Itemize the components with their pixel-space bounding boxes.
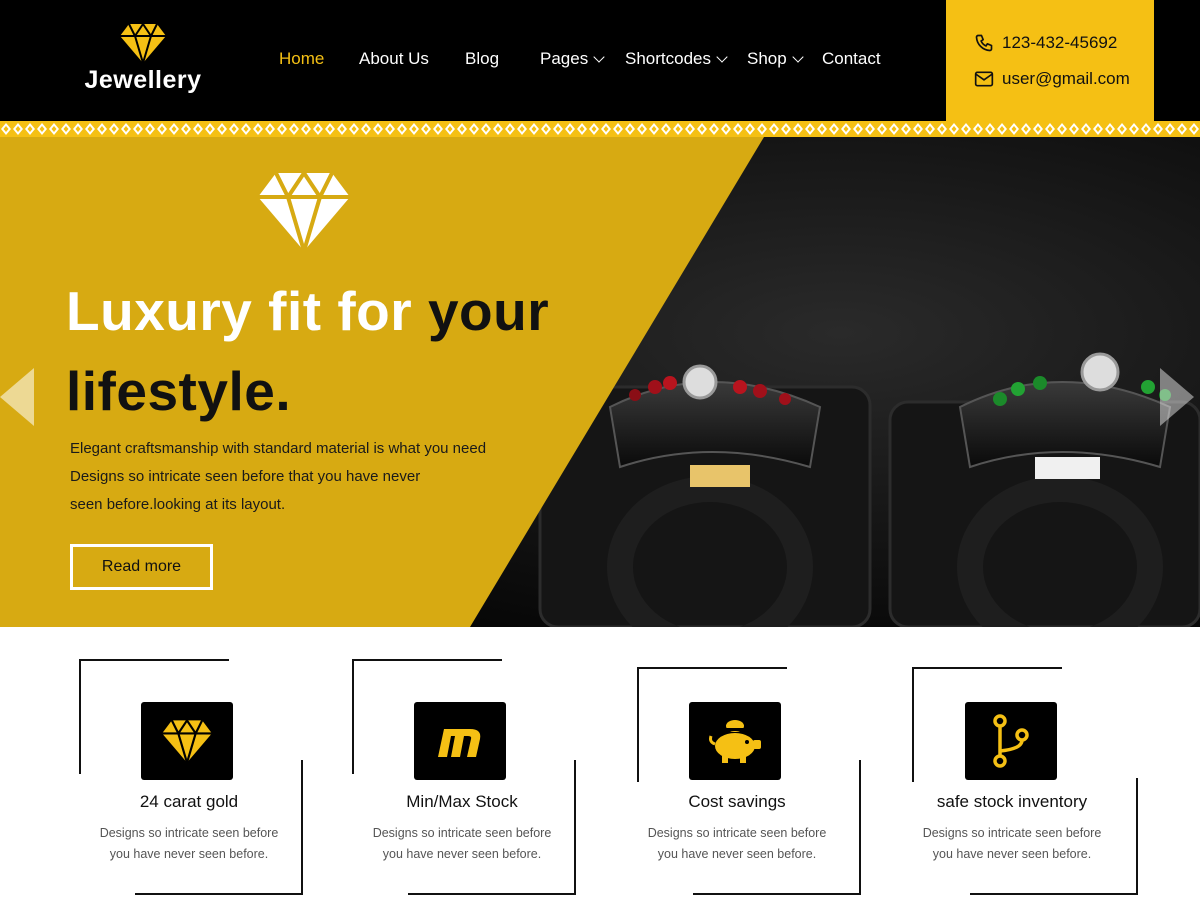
feature-icon-box (965, 702, 1057, 780)
feature-desc-line: you have never seen before. (932, 847, 1092, 861)
feature-card: Cost savings Designs so intricate seen b… (637, 627, 867, 900)
slider-next-arrow[interactable] (1160, 368, 1194, 426)
nav-about-us[interactable]: About Us (359, 49, 429, 69)
feature-description: Designs so intricate seen before you hav… (637, 823, 837, 865)
feature-icon-box (141, 702, 233, 780)
feature-title: Cost savings (688, 792, 786, 811)
mail-icon (974, 71, 994, 87)
feature-icon-box (689, 702, 781, 780)
feature-title: Min/Max Stock (406, 792, 518, 811)
hero-title-part: Luxury fit for (66, 280, 428, 342)
feature-desc-line: you have never seen before. (382, 847, 542, 861)
phone-contact[interactable]: 123-432-45692 (974, 33, 1117, 53)
feature-description: Designs so intricate seen before you hav… (362, 823, 562, 865)
m-letter-icon (438, 729, 481, 757)
diamond-icon (258, 169, 350, 253)
nav-label: Pages (540, 49, 589, 68)
feature-title: 24 carat gold (139, 792, 239, 811)
hero-title-part: lifestyle. (66, 360, 292, 422)
feature-card: 24 carat gold Designs so intricate seen … (79, 627, 309, 900)
hero-desc-line: seen before.looking at its layout. (70, 496, 286, 513)
nav-label: About Us (359, 49, 429, 68)
features-section: 24 carat gold Designs so intricate seen … (0, 627, 1200, 900)
nav-label: Contact (822, 49, 881, 68)
nav-label: Blog (465, 49, 500, 68)
contact-box: 123-432-45692 user@gmail.com (946, 0, 1154, 121)
branch-icon (993, 714, 1029, 768)
nav-home[interactable]: Home (279, 49, 324, 69)
feature-icon-box (414, 702, 506, 780)
hero-desc-line: Designs so intricate seen before that yo… (70, 468, 421, 485)
feature-description: Designs so intricate seen before you hav… (912, 823, 1112, 865)
hero-title: Luxury fit for your lifestyle. (66, 271, 586, 431)
brand-name: Jewellery (84, 66, 202, 94)
feature-desc-line: Designs so intricate seen before (647, 826, 827, 840)
site-logo[interactable]: Jewellery (78, 22, 208, 95)
zigzag-pattern (0, 121, 1200, 137)
hero-slider: Luxury fit for your lifestyle. Elegant c… (0, 137, 1200, 627)
feature-card: safe stock inventory Designs so intricat… (912, 627, 1142, 900)
nav-label: Shortcodes (625, 49, 711, 68)
diamond-icon (162, 718, 212, 764)
phone-number: 123-432-45692 (1002, 33, 1118, 52)
slider-prev-arrow[interactable] (0, 368, 34, 426)
site-header: Jewellery Home About Us Blog Pages Short… (0, 0, 1200, 121)
nav-label: Shop (747, 49, 787, 68)
feature-title: safe stock inventory (936, 792, 1088, 811)
nav-shortcodes[interactable]: Shortcodes (625, 49, 728, 69)
hero-desc-line: Elegant craftsmanship with standard mate… (70, 440, 487, 457)
chevron-down-icon (593, 50, 605, 63)
email-address: user@gmail.com (1002, 69, 1130, 88)
piggy-bank-icon (709, 720, 761, 763)
feature-desc-line: Designs so intricate seen before (922, 826, 1102, 840)
nav-blog[interactable]: Blog (465, 49, 499, 69)
hero-title-part: your (427, 280, 550, 342)
feature-desc-line: you have never seen before. (109, 847, 269, 861)
hero-description: Elegant craftsmanship with standard mate… (70, 435, 500, 519)
chevron-down-icon (792, 50, 804, 63)
feature-description: Designs so intricate seen before you hav… (89, 823, 289, 865)
nav-pages[interactable]: Pages (540, 49, 605, 69)
feature-card: Min/Max Stock Designs so intricate seen … (352, 627, 582, 900)
nav-label: Home (279, 49, 325, 68)
chevron-down-icon (716, 50, 728, 63)
feature-desc-line: you have never seen before. (657, 847, 817, 861)
feature-desc-line: Designs so intricate seen before (372, 826, 552, 840)
feature-desc-line: Designs so intricate seen before (99, 826, 279, 840)
email-contact[interactable]: user@gmail.com (974, 69, 1130, 89)
diamond-icon (120, 22, 166, 64)
read-more-button[interactable]: Read more (70, 544, 213, 590)
nav-contact[interactable]: Contact (822, 49, 881, 69)
nav-shop[interactable]: Shop (747, 49, 804, 69)
pattern-strip (0, 121, 1200, 137)
phone-icon (975, 34, 993, 52)
